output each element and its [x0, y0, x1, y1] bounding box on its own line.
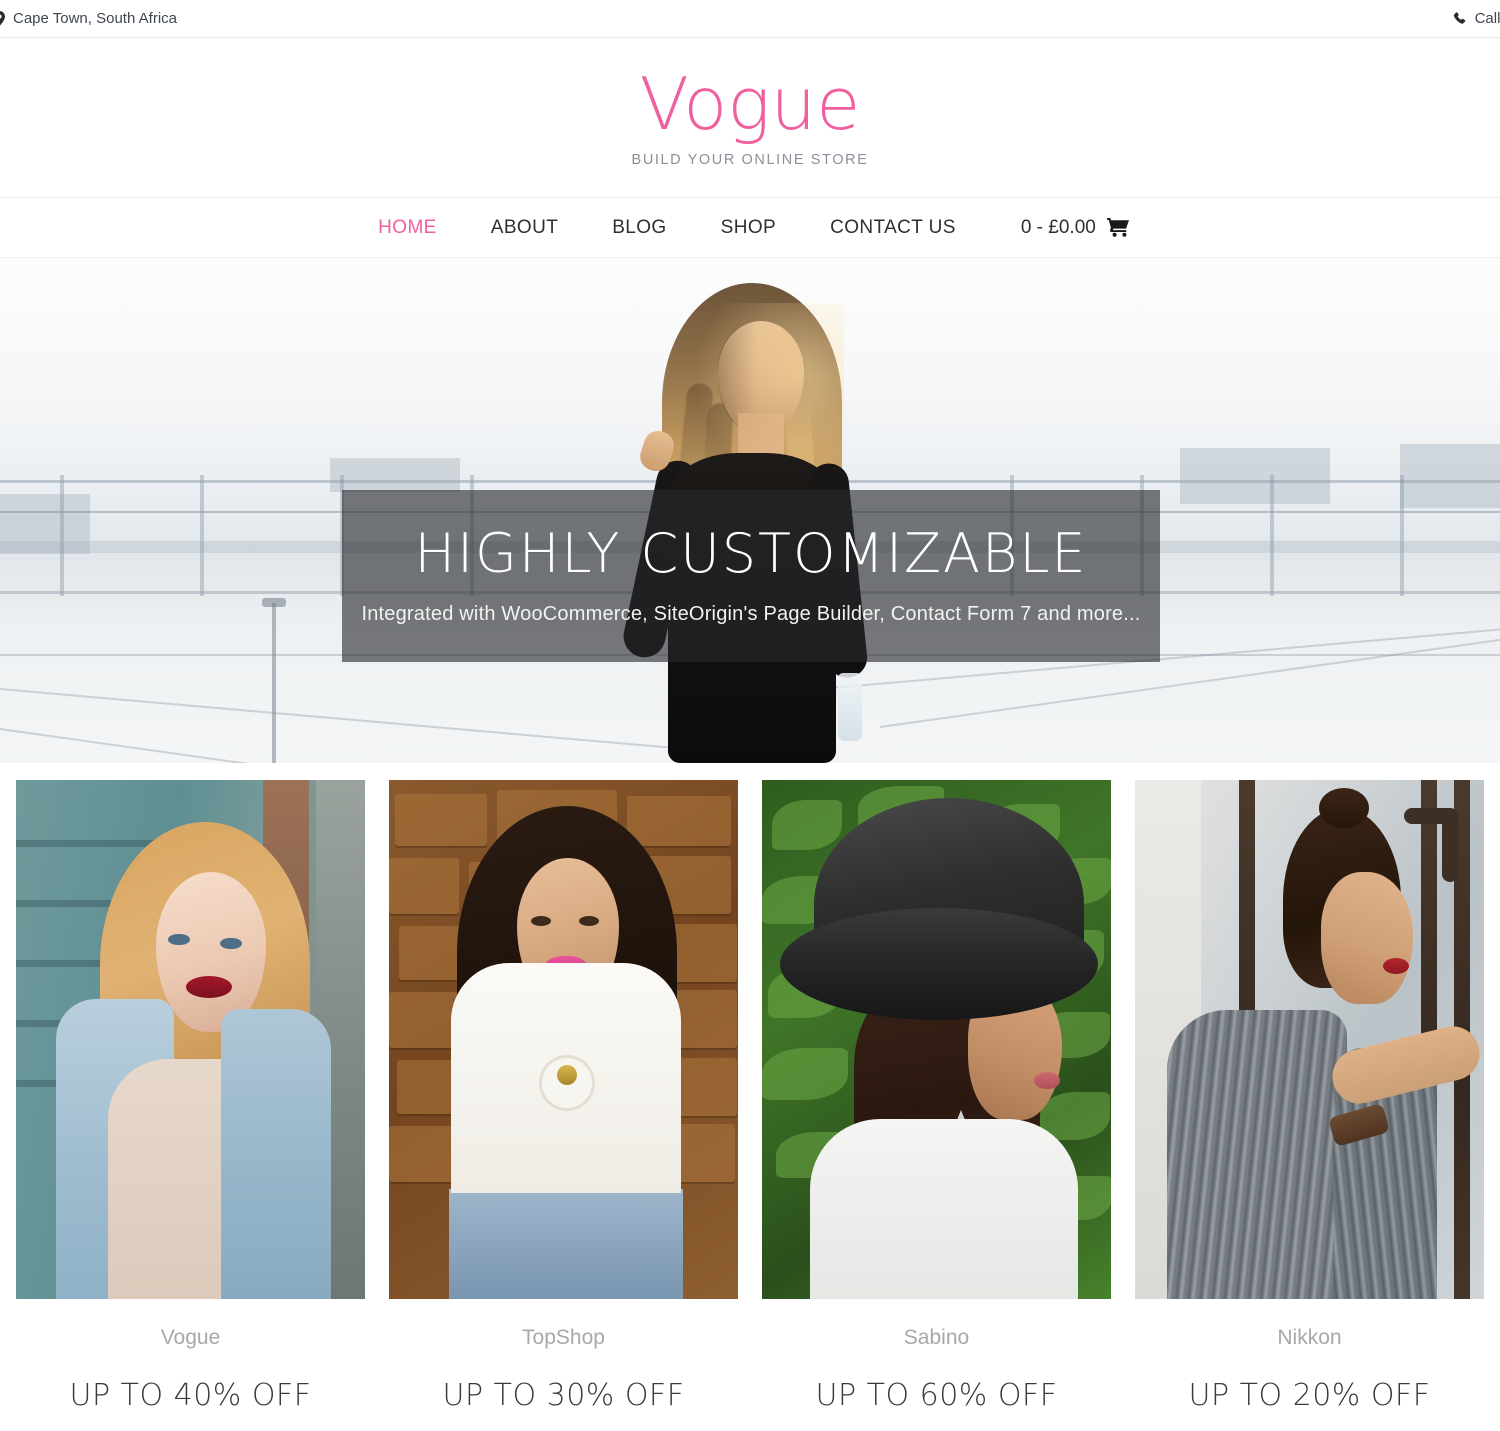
hero-title: HIGHLY CUSTOMIZABLE [414, 521, 1088, 585]
promo-offer: UP TO 60% OFF [815, 1378, 1058, 1413]
nav-item-contact-us[interactable]: CONTACT US [803, 218, 983, 237]
promo-card-vogue[interactable]: Vogue UP TO 40% OFF [16, 780, 365, 1411]
hero-slider[interactable]: HIGHLY CUSTOMIZABLE Integrated with WooC… [0, 258, 1500, 763]
promo-offer: UP TO 30% OFF [442, 1378, 685, 1413]
promo-brand: Nikkon [1277, 1326, 1342, 1349]
promo-card-topshop[interactable]: TopShop UP TO 30% OFF [389, 780, 738, 1411]
call-us[interactable]: Call Us: + [1453, 11, 1500, 27]
site-logo[interactable]: Vogue [640, 67, 861, 143]
site-branding: Vogue BUILD YOUR ONLINE STORE [0, 38, 1500, 198]
promo-card-nikkon[interactable]: Nikkon UP TO 20% OFF [1135, 780, 1484, 1411]
promo-offer: UP TO 40% OFF [69, 1378, 312, 1413]
phone-icon [1453, 11, 1467, 27]
phone-text: Call Us: + [1474, 10, 1500, 27]
site-tagline: BUILD YOUR ONLINE STORE [631, 151, 869, 168]
promo-brand: Vogue [160, 1326, 221, 1349]
hero-caption-box: HIGHLY CUSTOMIZABLE Integrated with WooC… [342, 490, 1160, 662]
hero-subtitle: Integrated with WooCommerce, SiteOrigin'… [361, 602, 1141, 625]
promo-caption-vogue: Vogue UP TO 40% OFF [16, 1299, 365, 1411]
promo-brand: Sabino [903, 1326, 970, 1349]
promo-brand: TopShop [522, 1326, 605, 1349]
shopping-cart-icon[interactable] [1106, 218, 1129, 237]
map-marker-icon [0, 11, 6, 27]
nav-item-about[interactable]: ABOUT [464, 218, 585, 237]
promo-image-sabino[interactable] [762, 780, 1111, 1299]
promo-offer: UP TO 20% OFF [1188, 1378, 1431, 1413]
main-navigation: HOME ABOUT BLOG SHOP CONTACT US 0 - £0.0… [0, 198, 1500, 258]
nav-item-home[interactable]: HOME [351, 218, 464, 237]
promo-caption-topshop: TopShop UP TO 30% OFF [389, 1299, 738, 1411]
cart-total-label: 0 - £0.00 [1020, 217, 1096, 238]
promo-image-nikkon[interactable] [1135, 780, 1484, 1299]
location-text: Cape Town, South Africa [13, 10, 177, 27]
nav-list: HOME ABOUT BLOG SHOP CONTACT US 0 - £0.0… [351, 218, 1149, 237]
promo-caption-nikkon: Nikkon UP TO 20% OFF [1135, 1299, 1484, 1411]
promo-image-vogue[interactable] [16, 780, 365, 1299]
promo-card-sabino[interactable]: Sabino UP TO 60% OFF [762, 780, 1111, 1411]
top-utility-bar: Cape Town, South Africa Call Us: + [0, 0, 1500, 38]
store-location: Cape Town, South Africa [0, 11, 177, 27]
nav-item-blog[interactable]: BLOG [585, 218, 693, 237]
promo-image-topshop[interactable] [389, 780, 738, 1299]
nav-item-shop[interactable]: SHOP [694, 218, 803, 237]
promo-caption-sabino: Sabino UP TO 60% OFF [762, 1299, 1111, 1411]
cart-button[interactable]: 0 - £0.00 [983, 218, 1149, 237]
promo-grid: Vogue UP TO 40% OFF TopShop UP TO 30% OF… [0, 763, 1500, 1411]
